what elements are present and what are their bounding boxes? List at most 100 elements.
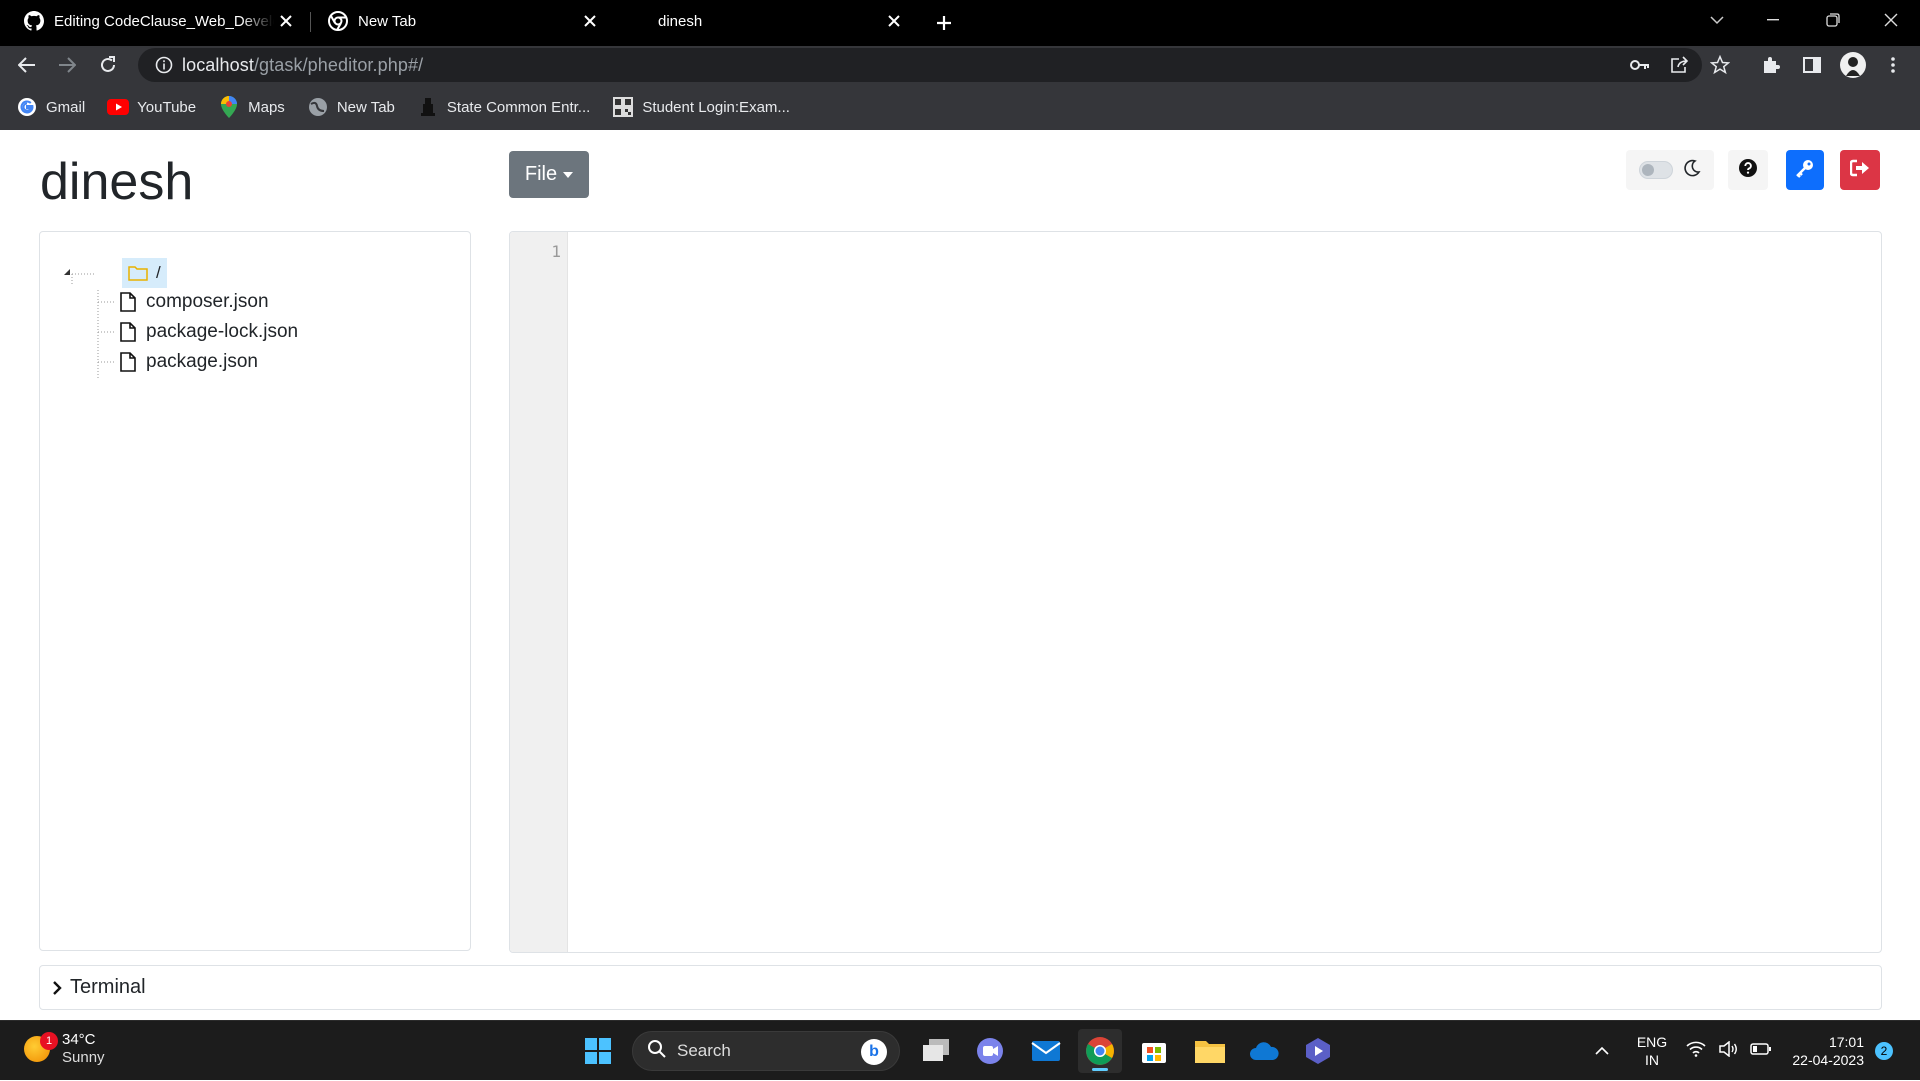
search-label: Search: [677, 1041, 731, 1060]
battery-icon: [1750, 1042, 1772, 1061]
url-path: /gtask/pheditor.php#/: [253, 54, 424, 75]
bookmark-label: Maps: [248, 98, 285, 116]
maps-pin-icon: [218, 96, 240, 118]
search-icon: [647, 1039, 667, 1064]
help-button[interactable]: [1728, 150, 1768, 190]
lang-line2: IN: [1645, 1052, 1659, 1068]
start-windows-icon[interactable]: [576, 1029, 620, 1073]
terminal-label: Terminal: [70, 976, 146, 998]
window-close-icon[interactable]: [1862, 0, 1920, 40]
bookmark-maps[interactable]: Maps: [218, 96, 285, 118]
tree-root-folder[interactable]: /: [122, 258, 167, 288]
taskbar-search[interactable]: Search b: [632, 1031, 900, 1071]
sign-out-icon: [1849, 159, 1870, 182]
file-menu-label: File: [524, 163, 558, 185]
forward-arrow-icon[interactable]: [52, 50, 82, 80]
share-icon[interactable]: [1665, 50, 1695, 80]
bookmark-label: Gmail: [46, 98, 86, 116]
folder-icon: [128, 265, 148, 281]
new-tab-plus-icon[interactable]: [930, 9, 958, 37]
tree-file-label: package-lock.json: [146, 321, 299, 342]
weather-widget[interactable]: 1 34°C Sunny: [24, 1031, 105, 1067]
line-number-gutter: 1: [510, 232, 568, 952]
tab-search-chevron-icon[interactable]: [1688, 0, 1746, 40]
tray-overflow-chevron-icon[interactable]: [1580, 1029, 1624, 1073]
windows-taskbar: 1 34°C Sunny Search b ENG IN 17:01 22-04…: [0, 1020, 1920, 1080]
bookmark-student-login[interactable]: Student Login:Exam...: [612, 96, 790, 118]
bookmark-star-icon[interactable]: [1705, 50, 1735, 80]
file-explorer-icon[interactable]: [1188, 1029, 1232, 1073]
reload-icon[interactable]: [93, 50, 123, 80]
terminal-toggle[interactable]: Terminal: [39, 965, 1882, 1010]
emblem-icon: [417, 96, 439, 118]
app-launcher-icon[interactable]: [1296, 1029, 1340, 1073]
caret-down-icon: [563, 171, 574, 178]
side-panel-icon[interactable]: [1797, 50, 1827, 80]
back-arrow-icon[interactable]: [12, 50, 42, 80]
close-tab-icon[interactable]: [884, 11, 904, 31]
question-circle-icon: [1739, 158, 1757, 182]
site-info-icon[interactable]: [146, 56, 182, 74]
bookmark-youtube[interactable]: YouTube: [107, 96, 196, 118]
input-language[interactable]: ENG IN: [1632, 1021, 1672, 1081]
dark-mode-toggle[interactable]: [1626, 150, 1714, 190]
tree-file-item[interactable]: composer.json: [120, 289, 269, 315]
sun-icon: 1: [24, 1032, 58, 1062]
notification-badge[interactable]: 2: [1875, 1042, 1893, 1060]
file-icon: [120, 322, 136, 342]
clock[interactable]: 17:01 22-04-2023: [1784, 1021, 1864, 1081]
toggle-switch[interactable]: [1639, 161, 1673, 179]
tree-file-label: package.json: [146, 351, 258, 372]
profile-avatar[interactable]: [1838, 50, 1868, 80]
url-host: localhost: [182, 54, 254, 75]
tab-new-tab[interactable]: New Tab: [312, 0, 612, 42]
tab-title: New Tab: [358, 12, 417, 30]
bookmark-state-cet[interactable]: State Common Entr...: [417, 96, 590, 118]
file-menu-button[interactable]: File: [509, 151, 589, 198]
system-status-icons[interactable]: [1686, 1021, 1772, 1081]
mail-icon[interactable]: [1024, 1029, 1068, 1073]
url-text: localhost/gtask/pheditor.php#/: [182, 55, 423, 76]
onedrive-icon[interactable]: [1242, 1029, 1286, 1073]
ms-store-icon[interactable]: [1132, 1029, 1176, 1073]
password-button[interactable]: [1786, 150, 1824, 190]
tab-dinesh-active[interactable]: dinesh: [614, 0, 916, 42]
tab-title: dinesh: [658, 12, 703, 30]
weather-temp: 34°C: [62, 1031, 96, 1048]
chrome-taskbar-icon[interactable]: [1078, 1029, 1122, 1073]
github-icon: [24, 11, 44, 31]
code-editor[interactable]: 1: [509, 231, 1882, 953]
clock-time: 17:01: [1828, 1034, 1864, 1050]
chrome-icon: [328, 11, 348, 31]
globe-icon: [307, 96, 329, 118]
tree-file-item[interactable]: package.json: [120, 349, 258, 375]
minimize-icon[interactable]: [1744, 0, 1802, 40]
bookmark-new-tab[interactable]: New Tab: [307, 96, 395, 118]
wifi-icon: [1686, 1041, 1706, 1062]
lang-line1: ENG: [1636, 1034, 1668, 1050]
close-tab-icon[interactable]: [276, 11, 296, 31]
menu-kebab-icon[interactable]: [1878, 50, 1908, 80]
bookmarks-bar: Gmail YouTube Maps New Tab State Common …: [0, 84, 1920, 130]
bookmark-gmail[interactable]: Gmail: [16, 96, 85, 118]
browser-tab-strip: Editing CodeClause_Web_Develo New Tab di…: [0, 0, 1920, 46]
task-view-icon[interactable]: [914, 1029, 958, 1073]
editor-page: dinesh File / composer.json package-lock…: [0, 130, 1920, 1020]
bing-icon[interactable]: b: [861, 1039, 887, 1065]
password-key-icon[interactable]: [1625, 50, 1655, 80]
close-tab-icon[interactable]: [580, 11, 600, 31]
file-icon: [120, 292, 136, 312]
restore-icon[interactable]: [1804, 0, 1862, 40]
tree-file-item[interactable]: package-lock.json: [120, 319, 298, 345]
address-bar[interactable]: localhost/gtask/pheditor.php#/: [138, 48, 1702, 82]
bookmark-label: New Tab: [336, 98, 395, 116]
logout-button[interactable]: [1840, 150, 1880, 190]
extensions-puzzle-icon[interactable]: [1756, 50, 1786, 80]
line-number: 1: [551, 242, 561, 261]
teams-chat-icon[interactable]: [968, 1029, 1012, 1073]
tab-editing-codeclause[interactable]: Editing CodeClause_Web_Develo: [0, 0, 308, 42]
tree-connector-lines: [71, 273, 114, 380]
bookmark-label: State Common Entr...: [446, 98, 591, 116]
tree-root-label: /: [156, 263, 161, 282]
bookmark-label: YouTube: [137, 98, 197, 116]
